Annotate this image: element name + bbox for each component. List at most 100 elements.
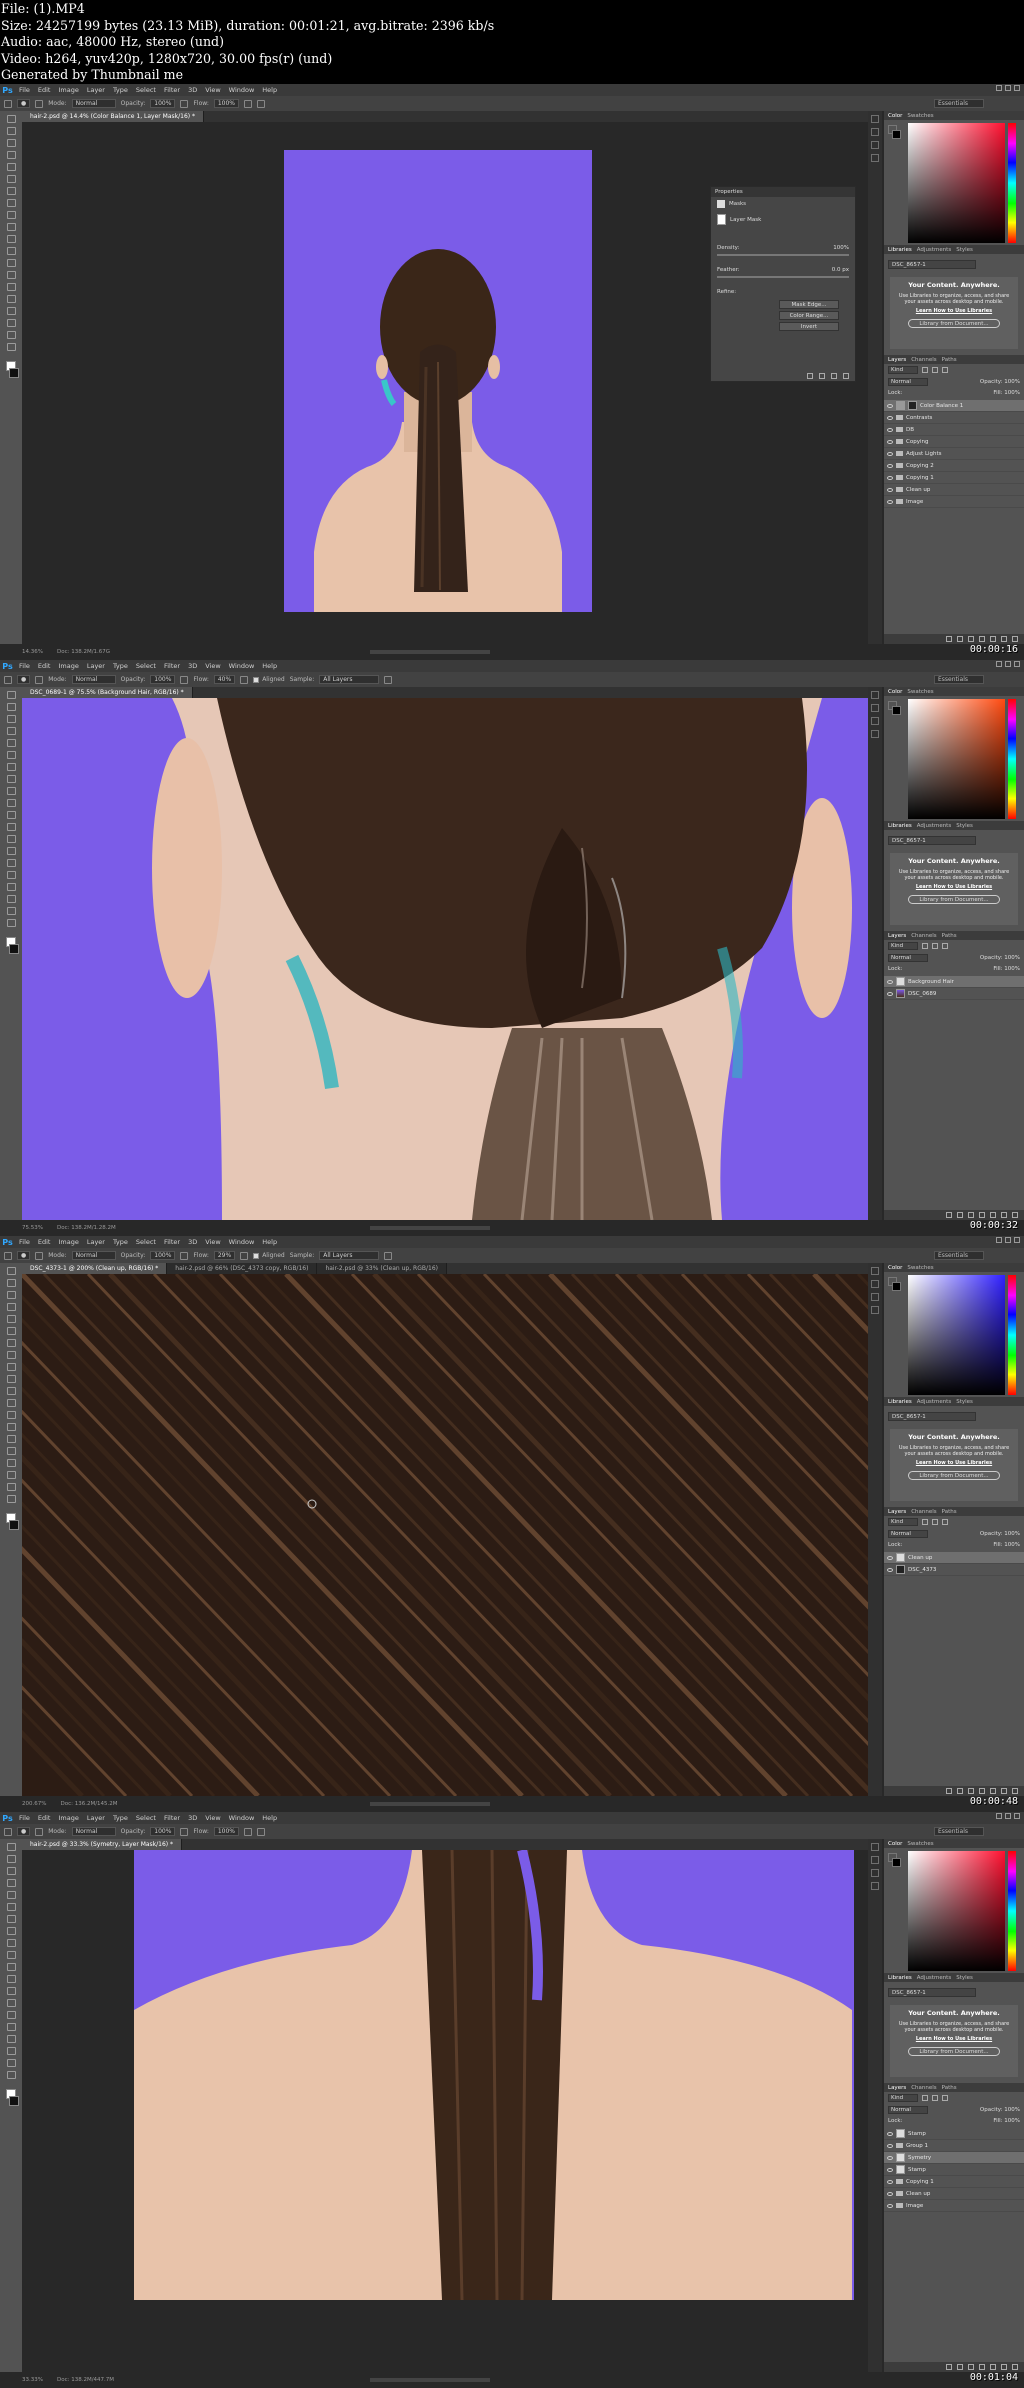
zoom-tool-icon[interactable] <box>6 2071 16 2079</box>
menu-edit[interactable]: Edit <box>34 1814 55 1822</box>
tab-layers[interactable]: Layers <box>888 933 906 939</box>
workspace-select[interactable]: Essentials <box>934 1251 984 1260</box>
document-tab[interactable]: hair-2.psd @ 14.4% (Color Balance 1, Lay… <box>22 111 205 122</box>
color-field[interactable] <box>908 1851 1005 1971</box>
blend-mode-select[interactable]: Normal <box>888 1530 928 1538</box>
zoom-tool-icon[interactable] <box>6 343 16 351</box>
quick-select-tool-icon[interactable] <box>6 1879 16 1887</box>
brush-panel-icon[interactable] <box>35 675 44 684</box>
tab-color[interactable]: Color <box>888 689 902 695</box>
tab-channels[interactable]: Channels <box>911 933 936 939</box>
background-swatch[interactable] <box>892 706 901 715</box>
dodge-tool-icon[interactable] <box>6 271 16 279</box>
airbrush-icon[interactable] <box>244 1827 252 1836</box>
filter-adjust-icon[interactable] <box>932 943 938 949</box>
layer-row[interactable]: Group 1 <box>884 2140 1024 2152</box>
color-picker[interactable] <box>888 123 1020 245</box>
menu-3d[interactable]: 3D <box>184 662 201 670</box>
background-swatch[interactable] <box>892 1282 901 1291</box>
aligned-checkbox[interactable] <box>253 676 260 683</box>
info-icon[interactable] <box>871 141 879 149</box>
history-brush-tool-icon[interactable] <box>6 799 16 807</box>
libraries-learn-link[interactable]: Learn How to Use Libraries <box>896 884 1012 890</box>
crop-tool-icon[interactable] <box>6 739 16 747</box>
airbrush-icon[interactable] <box>244 99 252 108</box>
eyedropper-tool-icon[interactable] <box>6 751 16 759</box>
mask-icon[interactable] <box>968 1212 974 1218</box>
maximize-icon[interactable] <box>1005 1237 1011 1243</box>
density-slider[interactable] <box>717 254 849 256</box>
blur-tool-icon[interactable] <box>6 835 16 843</box>
clone-stamp-tool-icon[interactable] <box>6 1939 16 1947</box>
filter-type-icon[interactable] <box>942 943 948 949</box>
brush-preset-picker[interactable]: ● <box>17 1827 31 1836</box>
menu-type[interactable]: Type <box>109 86 132 94</box>
menu-type[interactable]: Type <box>109 1814 132 1822</box>
eye-icon[interactable] <box>887 487 893 492</box>
dodge-tool-icon[interactable] <box>6 847 16 855</box>
trash-icon[interactable] <box>1012 1212 1018 1218</box>
tab-color[interactable]: Color <box>888 1265 902 1271</box>
mode-select[interactable]: Normal <box>71 1827 116 1836</box>
layer-row[interactable]: Clean up <box>884 2188 1024 2200</box>
minimize-icon[interactable] <box>996 1237 1002 1243</box>
color-range-button[interactable]: Color Range... <box>779 311 839 320</box>
new-layer-icon[interactable] <box>1001 2364 1007 2370</box>
menu-help[interactable]: Help <box>258 86 281 94</box>
layer-mask-thumbnail[interactable] <box>908 401 917 410</box>
lasso-tool-icon[interactable] <box>6 139 16 147</box>
opacity-field[interactable]: 100% <box>150 99 176 108</box>
filter-type-icon[interactable] <box>942 2095 948 2101</box>
brush-panel-icon[interactable] <box>35 99 44 108</box>
tab-libraries[interactable]: Libraries <box>888 823 912 829</box>
airbrush-icon[interactable] <box>240 675 249 684</box>
pressure-size-icon[interactable] <box>257 99 265 108</box>
trash-icon[interactable] <box>1012 2364 1018 2370</box>
layer-opacity[interactable]: Opacity: 100% <box>980 955 1020 961</box>
libraries-learn-link[interactable]: Learn How to Use Libraries <box>896 2036 1012 2042</box>
gradient-tool-icon[interactable] <box>6 1975 16 1983</box>
brush-tool-icon[interactable] <box>4 1251 12 1260</box>
path-select-tool-icon[interactable] <box>6 883 16 891</box>
crop-tool-icon[interactable] <box>6 163 16 171</box>
hand-tool-icon[interactable] <box>6 1483 16 1491</box>
tab-adjustments[interactable]: Adjustments <box>917 1399 951 1405</box>
menu-image[interactable]: Image <box>54 1814 82 1822</box>
folder-icon[interactable] <box>990 1212 996 1218</box>
document-canvas[interactable] <box>22 1850 882 2372</box>
pressure-size-icon[interactable] <box>384 1251 393 1260</box>
eraser-tool-icon[interactable] <box>6 235 16 243</box>
adjustment-icon[interactable] <box>979 1212 985 1218</box>
document-tab[interactable]: hair-2.psd @ 66% (DSC_4373 copy, RGB/16) <box>167 1263 318 1274</box>
workspace-select[interactable]: Essentials <box>934 1827 984 1836</box>
pen-tool-icon[interactable] <box>6 1435 16 1443</box>
zoom-level[interactable]: 200.67% <box>22 1801 46 1807</box>
close-icon[interactable] <box>1014 661 1020 667</box>
menu-file[interactable]: File <box>15 662 34 670</box>
info-icon[interactable] <box>871 1869 879 1877</box>
menu-view[interactable]: View <box>201 662 224 670</box>
eraser-tool-icon[interactable] <box>6 811 16 819</box>
background-color-swatch[interactable] <box>9 944 19 954</box>
document-canvas[interactable] <box>22 698 882 1220</box>
horizontal-scrollbar[interactable] <box>370 650 490 654</box>
lasso-tool-icon[interactable] <box>6 1291 16 1299</box>
menu-help[interactable]: Help <box>258 1814 281 1822</box>
quick-select-tool-icon[interactable] <box>6 1303 16 1311</box>
menu-3d[interactable]: 3D <box>184 86 201 94</box>
flow-field[interactable]: 29% <box>213 1251 236 1260</box>
library-from-document-button[interactable]: Library from Document... <box>908 1471 1000 1480</box>
blur-tool-icon[interactable] <box>6 1411 16 1419</box>
sample-select[interactable]: All Layers <box>319 1251 380 1260</box>
adjustment-icon[interactable] <box>979 2364 985 2370</box>
color-field[interactable] <box>908 699 1005 819</box>
fx-icon[interactable] <box>957 1788 963 1794</box>
tab-channels[interactable]: Channels <box>911 357 936 363</box>
minimize-icon[interactable] <box>996 85 1002 91</box>
background-color-swatch[interactable] <box>9 2096 19 2106</box>
layer-opacity[interactable]: Opacity: 100% <box>980 2107 1020 2113</box>
gradient-tool-icon[interactable] <box>6 247 16 255</box>
brush-tool-icon[interactable] <box>4 675 12 684</box>
history-brush-tool-icon[interactable] <box>6 1375 16 1383</box>
tab-paths[interactable]: Paths <box>942 933 957 939</box>
